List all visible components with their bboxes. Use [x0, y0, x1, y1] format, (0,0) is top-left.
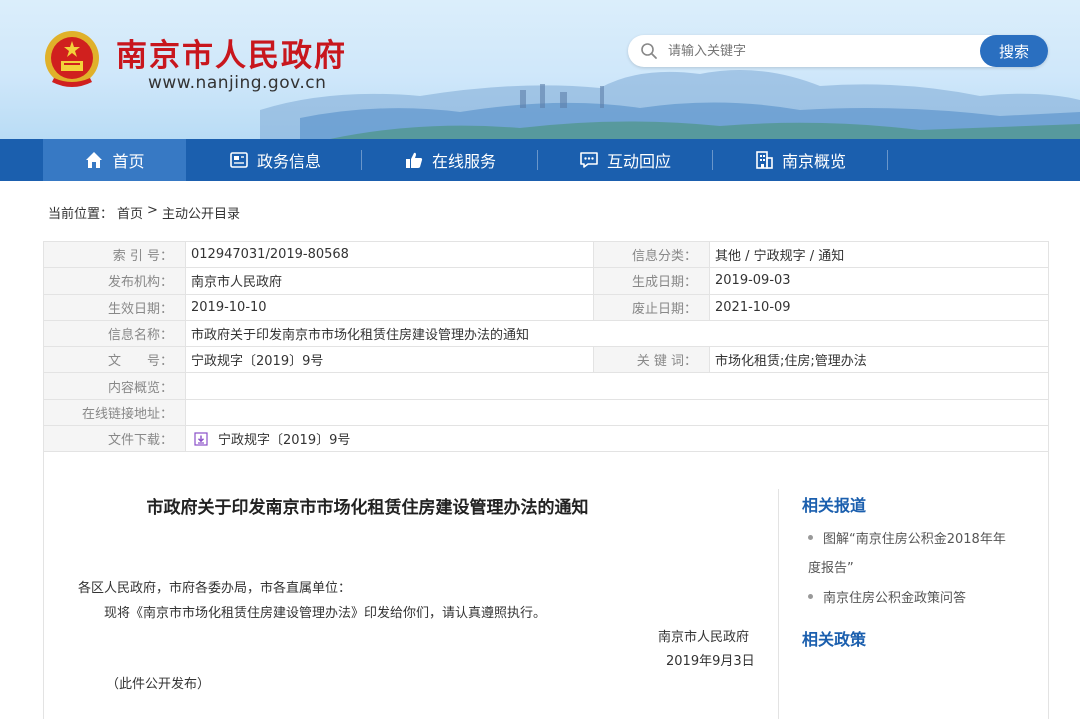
nav-item-government-info[interactable]: 政务信息: [200, 139, 350, 181]
search-icon: [641, 43, 657, 59]
site-url: www.nanjing.gov.cn: [148, 73, 327, 93]
thumbs-up-icon: [405, 152, 423, 168]
online-link-label: 在线链接地址：: [43, 398, 186, 427]
bullet-icon: [808, 535, 813, 540]
table-row: 内容概览：: [43, 372, 1049, 400]
related-policies-heading: 相关政策: [802, 630, 867, 649]
index-no-value: 012947031/2019-80568: [185, 240, 594, 269]
document-body: 现将《南京市市场化租赁住房建设管理办法》印发给你们，请认真遵照执行。: [104, 606, 547, 621]
category-label: 信息分类：: [593, 240, 710, 269]
document-note: （此件公开发布）: [106, 677, 211, 692]
publisher-value: 南京市人民政府: [185, 267, 594, 295]
effective-date-label: 生效日期：: [43, 293, 186, 321]
nav-label-home: 首页: [112, 152, 145, 171]
table-row: 索 引 号： 012947031/2019-80568 信息分类： 其他 / 宁…: [43, 240, 1049, 269]
document-date: 2019年9月3日: [666, 654, 755, 669]
nav-label-interaction: 互动回应: [606, 152, 671, 171]
news-icon: [230, 152, 248, 168]
breadcrumb-prefix: 当前位置：: [48, 207, 114, 222]
breadcrumb-separator: >: [147, 203, 158, 218]
info-name-value: 市政府关于印发南京市市场化租赁住房建设管理办法的通知: [185, 319, 1049, 348]
related-reports-heading: 相关报道: [802, 496, 867, 515]
table-row: 文件下载： 宁政规字〔2019〕9号: [43, 425, 1049, 453]
keywords-value: 市场化租赁;住房;管理办法: [709, 346, 1049, 374]
info-name-label: 信息名称：: [43, 319, 186, 348]
nav-item-interaction[interactable]: 互动回应: [550, 139, 700, 181]
nav-divider: [712, 150, 713, 170]
category-value: 其他 / 宁政规字 / 通知: [709, 240, 1049, 269]
breadcrumb-home-link[interactable]: 首页: [117, 203, 143, 222]
nav-item-online-service[interactable]: 在线服务: [375, 139, 525, 181]
nav-divider: [537, 150, 538, 170]
expiry-date-value: 2021-10-09: [709, 293, 1049, 321]
nav-divider: [361, 150, 362, 170]
nav-label-online-service: 在线服务: [431, 152, 496, 171]
site-title: 南京市人民政府: [116, 38, 347, 74]
publisher-label: 发布机构：: [43, 267, 186, 295]
search-input[interactable]: [668, 40, 968, 62]
chat-icon: [580, 152, 598, 168]
file-download-link[interactable]: 宁政规字〔2019〕9号: [218, 433, 350, 448]
building-icon: [756, 151, 773, 169]
file-download-cell: 宁政规字〔2019〕9号: [185, 425, 1049, 453]
nav-item-home[interactable]: 首页: [43, 139, 186, 181]
doc-number-value: 宁政规字〔2019〕9号: [185, 346, 594, 374]
index-no-label: 索 引 号：: [43, 240, 186, 269]
home-icon: [86, 152, 103, 168]
nav-divider: [887, 150, 888, 170]
document-addressee: 各区人民政府，市府各委办局，市各直属单位：: [78, 581, 352, 596]
sidebar-divider: [778, 489, 779, 719]
doc-number-label: 文 号：: [43, 346, 186, 374]
keywords-label: 关 键 词：: [593, 346, 710, 374]
related-report-title-cont: 度报告”: [808, 561, 854, 576]
national-emblem-icon: [45, 31, 99, 87]
summary-label: 内容概览：: [43, 372, 186, 400]
search-box: 搜索: [628, 35, 1048, 67]
breadcrumb-current-link[interactable]: 主动公开目录: [162, 203, 240, 222]
nav-label-government-info: 政务信息: [256, 152, 321, 171]
related-report-item[interactable]: 图解“南京住房公积金2018年年 度报告”: [808, 525, 1033, 583]
created-date-label: 生成日期：: [593, 267, 710, 295]
related-report-title: 图解“南京住房公积金2018年年: [823, 532, 1006, 547]
table-row: 在线链接地址：: [43, 398, 1049, 427]
table-row: 发布机构： 南京市人民政府 生成日期： 2019-09-03: [43, 267, 1049, 295]
created-date-value: 2019-09-03: [709, 267, 1049, 295]
table-row: 生效日期： 2019-10-10 废止日期： 2021-10-09: [43, 293, 1049, 321]
main-nav: 首页 政务信息 在线服务 互动回应 南京概览: [0, 139, 1080, 181]
document-signature: 南京市人民政府: [658, 630, 750, 645]
effective-date-value: 2019-10-10: [185, 293, 594, 321]
search-button[interactable]: 搜索: [980, 35, 1048, 67]
online-link-value: [185, 398, 1049, 427]
site-header: 南京市人民政府 www.nanjing.gov.cn 搜索: [0, 0, 1080, 139]
nav-item-nanjing-overview[interactable]: 南京概览: [725, 139, 875, 181]
table-row: 信息名称： 市政府关于印发南京市市场化租赁住房建设管理办法的通知: [43, 319, 1049, 348]
breadcrumb: 当前位置： 首页 > 主动公开目录: [48, 203, 240, 222]
expiry-date-label: 废止日期：: [593, 293, 710, 321]
nav-label-nanjing-overview: 南京概览: [781, 152, 846, 171]
related-report-title: 南京住房公积金政策问答: [823, 591, 967, 606]
file-download-label: 文件下载：: [43, 425, 186, 453]
download-icon[interactable]: [194, 432, 208, 446]
document-info-table: 索 引 号： 012947031/2019-80568 信息分类： 其他 / 宁…: [43, 240, 1049, 453]
related-report-item[interactable]: 南京住房公积金政策问答: [808, 584, 1033, 613]
document-title: 市政府关于印发南京市市场化租赁住房建设管理办法的通知: [146, 498, 589, 518]
summary-value: [185, 372, 1049, 400]
table-row: 文 号： 宁政规字〔2019〕9号 关 键 词： 市场化租赁;住房;管理办法: [43, 346, 1049, 374]
bullet-icon: [808, 594, 813, 599]
